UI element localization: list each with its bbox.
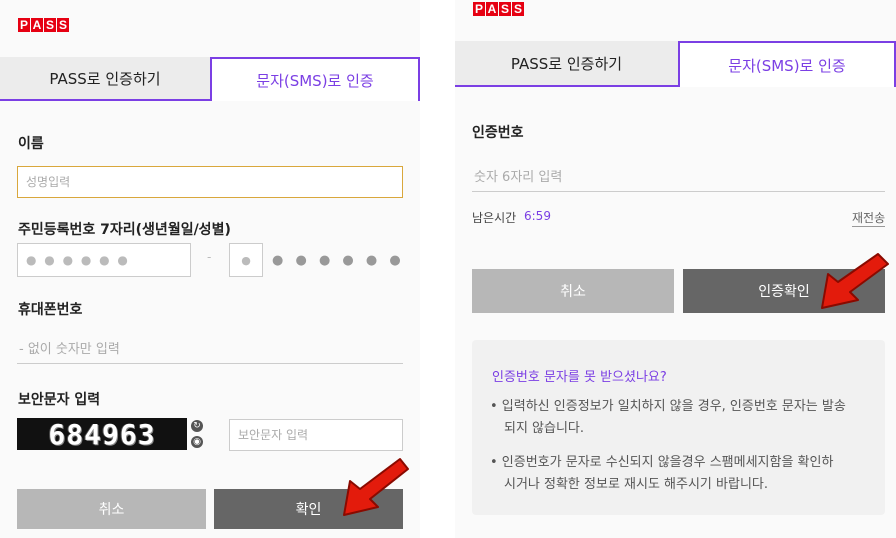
rrn-dash: - <box>207 250 212 264</box>
rrn-label: 주민등록번호 7자리(생년월일/성별) <box>18 222 231 238</box>
tab-pass-verify[interactable]: PASS로 인증하기 <box>455 41 678 87</box>
panel-divider <box>420 0 455 538</box>
phone-label: 휴대폰번호 <box>18 302 83 318</box>
tab-sms-verify[interactable]: 문자(SMS)로 인증 <box>678 41 896 87</box>
pass-logo: P A S S <box>473 2 524 16</box>
help-item: • 입력하신 인증정보가 일치하지 않을 경우, 인증번호 문자는 발송 되지 … <box>490 399 846 436</box>
help-item: • 인증번호가 문자로 수신되지 않을경우 스팸메세지함을 확인하 시거나 정확… <box>490 455 834 492</box>
audio-icon[interactable]: ◉ <box>191 436 203 448</box>
rrn-masked-rest: ● ● ● ● ● ● <box>272 253 405 268</box>
help-title: 인증번호 문자를 못 받으셨나요? <box>492 370 667 385</box>
sms-code-panel: P A S S PASS로 인증하기 문자(SMS)로 인증 인증번호 남은시간… <box>455 0 896 538</box>
code-input[interactable] <box>472 164 885 192</box>
rrn-birth-input[interactable]: ● ● ● ● ● ● <box>17 243 191 277</box>
refresh-icon[interactable]: ↻ <box>191 420 203 432</box>
cancel-button[interactable]: 취소 <box>17 489 206 529</box>
cancel-button[interactable]: 취소 <box>472 269 674 313</box>
pass-logo: P A S S <box>18 18 69 32</box>
captcha-image: 684963 <box>17 418 187 451</box>
name-label: 이름 <box>18 136 44 152</box>
tab-sms-verify[interactable]: 문자(SMS)로 인증 <box>210 57 420 101</box>
sms-verify-form-panel: P A S S PASS로 인증하기 문자(SMS)로 인증 이름 주민등록번호… <box>0 0 420 538</box>
remaining-time-label: 남은시간 <box>472 211 517 225</box>
security-label: 보안문자 입력 <box>18 392 101 408</box>
tab-pass-verify[interactable]: PASS로 인증하기 <box>0 57 210 101</box>
verify-method-tabs: PASS로 인증하기 문자(SMS)로 인증 <box>455 41 896 87</box>
red-arrow-icon <box>821 253 889 309</box>
rrn-gender-input[interactable]: ● <box>229 243 263 277</box>
resend-link[interactable]: 재전송 <box>852 209 886 227</box>
red-arrow-icon <box>343 458 409 516</box>
security-code-input[interactable] <box>229 419 403 451</box>
phone-input[interactable] <box>17 336 403 364</box>
remaining-time-value: 6:59 <box>524 209 551 223</box>
name-input[interactable] <box>17 166 403 198</box>
code-label: 인증번호 <box>472 125 524 141</box>
verify-method-tabs: PASS로 인증하기 문자(SMS)로 인증 <box>0 57 420 101</box>
